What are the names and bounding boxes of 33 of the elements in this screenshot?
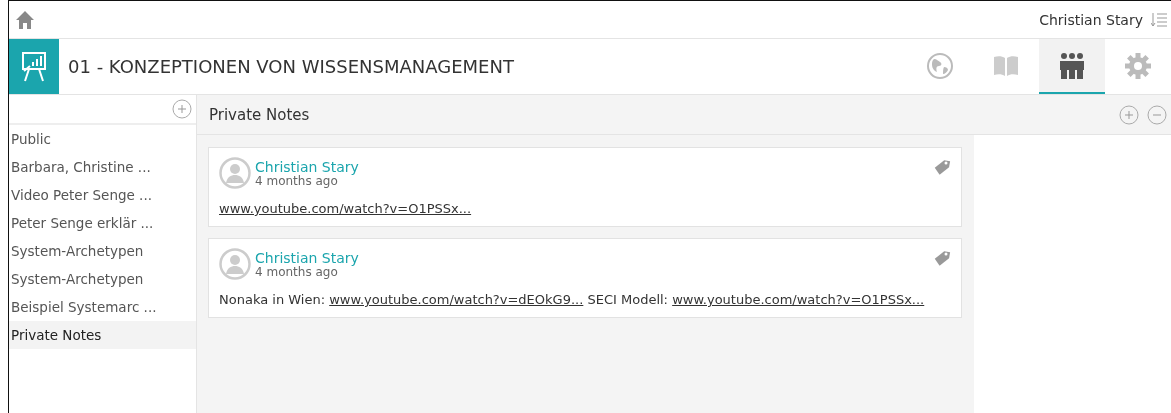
note-text: Nonaka in Wien:: [219, 292, 327, 307]
note-text: SECI Modell:: [586, 292, 669, 307]
presentation-logo: [9, 39, 59, 94]
tag-icon[interactable]: [933, 158, 951, 176]
note-link[interactable]: www.youtube.com/watch?v=dEOkG9...: [329, 292, 584, 307]
note-link[interactable]: www.youtube.com/watch?v=O1PSSx...: [219, 201, 472, 216]
add-icon[interactable]: [1119, 104, 1139, 125]
home-icon[interactable]: [15, 9, 35, 30]
note-link[interactable]: www.youtube.com/watch?v=O1PSSx...: [672, 292, 925, 307]
sidebar-item[interactable]: Peter Senge erklär ...: [9, 209, 196, 237]
sidebar-item[interactable]: Beispiel Systemarc ...: [9, 293, 196, 321]
sidebar-item[interactable]: System-Archetypen: [9, 265, 196, 293]
note-time: 4 months ago: [255, 173, 338, 188]
list-icon[interactable]: [1151, 11, 1167, 28]
sidebar-item[interactable]: Video Peter Senge ...: [9, 181, 196, 209]
toolbar-tab[interactable]: [1039, 39, 1105, 94]
sidebar-item[interactable]: Public: [9, 125, 196, 153]
people-icon: [1059, 51, 1085, 80]
remove-icon[interactable]: [1147, 104, 1167, 125]
tag-icon[interactable]: [933, 249, 951, 267]
panel-title: Private Notes: [209, 105, 310, 124]
avatar-icon: [219, 248, 251, 280]
sidebar-item[interactable]: System-Archetypen: [9, 237, 196, 265]
add-icon[interactable]: [172, 99, 192, 119]
globe-icon: [926, 51, 954, 80]
sidebar-item[interactable]: Private Notes: [9, 321, 196, 349]
note-time: 4 months ago: [255, 264, 338, 279]
course-title: 01 - KONZEPTIONEN VON WISSENSMANAGEMENT: [67, 55, 515, 79]
settings-icon: [1124, 51, 1152, 80]
avatar-icon: [219, 157, 251, 189]
sidebar-item[interactable]: Barbara, Christine ...: [9, 153, 196, 181]
user-name[interactable]: Christian Stary: [1039, 11, 1143, 28]
book-icon: [992, 53, 1020, 78]
